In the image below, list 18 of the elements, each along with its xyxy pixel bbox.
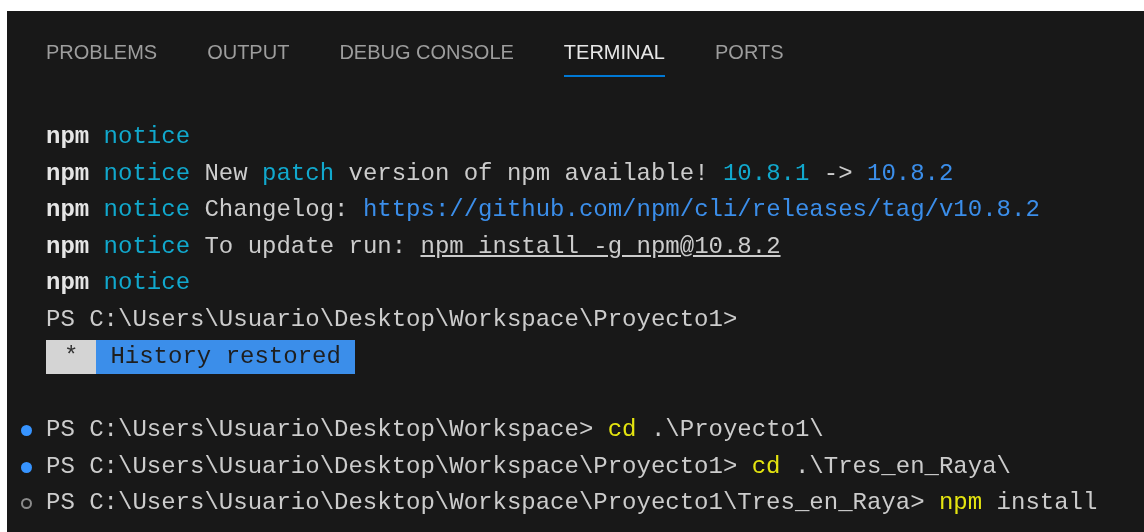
- panel-tab[interactable]: DEBUG CONSOLE: [339, 37, 514, 77]
- terminal-line: PS C:\Users\Usuario\Desktop\Workspace\Proyecto1>: [45, 304, 738, 335]
- panel-tab[interactable]: PROBLEMS: [46, 37, 158, 77]
- panel-tab[interactable]: PORTS: [715, 37, 784, 77]
- terminal-line: npm notice New patch version of npm available! 10.8.1 -> 10.8.2: [45, 158, 954, 189]
- panel-tab[interactable]: OUTPUT: [207, 37, 290, 77]
- command-line: PS C:\Users\Usuario\Desktop\Workspace> cd .\Proyecto1\: [46, 415, 824, 446]
- history-restored-banner: History restored: [96, 339, 355, 374]
- terminal-line: npm notice: [45, 268, 191, 299]
- terminal-line: npm notice To update run: npm install -g npm@10.8.2: [45, 231, 781, 262]
- command-line: PS C:\Users\Usuario\Desktop\Workspace\Proyecto1> cd .\Tres_en_Raya\: [46, 451, 1011, 482]
- terminal-line: npm notice: [45, 122, 191, 152]
- history-marker: *: [46, 339, 97, 374]
- command-link[interactable]: npm install -g npm@10.8.2: [420, 232, 781, 260]
- terminal-line: npm notice Changelog: https://github.com/npm/cli/releases/tag/v10.8.2: [45, 195, 1040, 226]
- url-link[interactable]: https://github.com/npm/cli/releases/tag/v10.8.2: [362, 196, 1040, 224]
- panel-tab[interactable]: TERMINAL: [563, 37, 665, 77]
- command-line: PS C:\Users\Usuario\Desktop\Workspace\Proyecto1\Tres_en_Raya> npm install: [46, 488, 1098, 519]
